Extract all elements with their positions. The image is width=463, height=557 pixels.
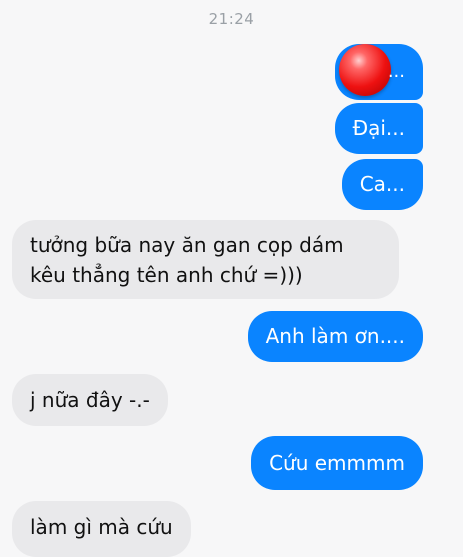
outgoing-message-bubble[interactable]: ... xyxy=(335,44,423,100)
message-text: j nữa đây -.- xyxy=(30,388,150,412)
outgoing-message-bubble[interactable]: Đại... xyxy=(334,103,423,154)
outgoing-message-bubble[interactable]: Cứu emmmm xyxy=(251,436,423,490)
incoming-message-bubble[interactable]: tưởng bữa nay ăn gan cọp dám kêu thẳng t… xyxy=(12,220,399,299)
message-timestamp: 21:24 xyxy=(208,10,255,28)
outgoing-message-bubble[interactable]: Anh làm ơn.... xyxy=(247,311,423,362)
incoming-message-bubble[interactable]: j nữa đây -.- xyxy=(12,374,168,426)
outgoing-message-bubble[interactable]: Ca... xyxy=(341,159,423,210)
message-text: ... xyxy=(387,61,405,82)
message-text: Anh làm ơn.... xyxy=(265,324,405,348)
message-text: làm gì mà cứu xyxy=(30,515,173,539)
red-ball-sticker xyxy=(339,44,391,96)
message-text: Đại... xyxy=(352,116,405,140)
chat-thread: 21:24 ... Đại... Ca... tưởng bữa nay ăn … xyxy=(0,0,463,557)
message-text: tưởng bữa nay ăn gan cọp dám kêu thẳng t… xyxy=(30,233,344,287)
message-text: Cứu emmmm xyxy=(269,451,405,475)
message-text: Ca... xyxy=(359,172,405,196)
